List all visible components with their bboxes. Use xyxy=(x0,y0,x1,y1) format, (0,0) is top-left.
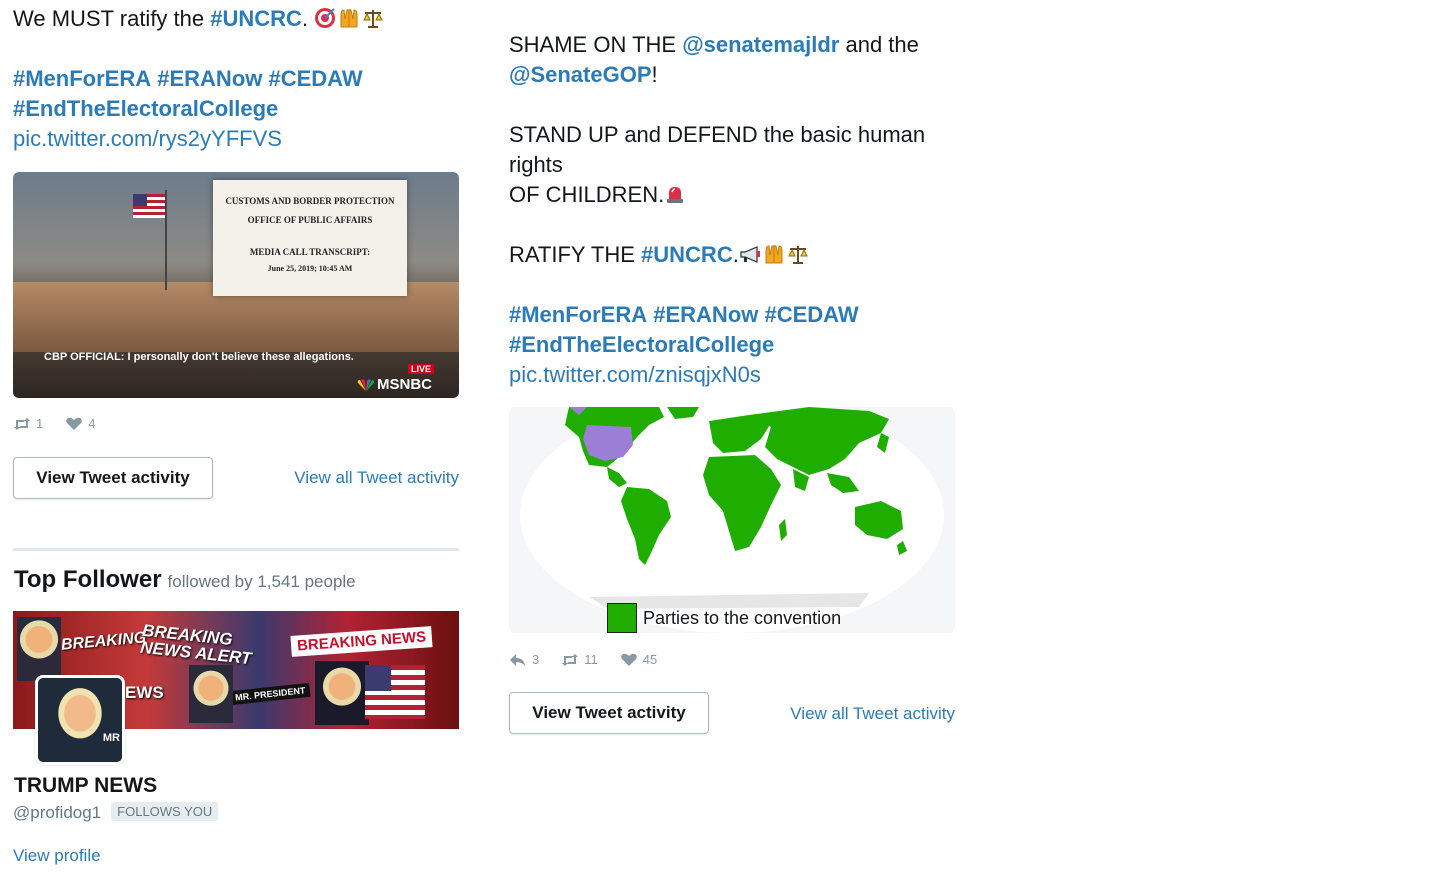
banner-label: BREAKING NEWS ALERT xyxy=(139,620,253,669)
hashtag-link[interactable]: #EndTheElectoralCollege xyxy=(509,332,774,357)
legend-label: Parties to the convention xyxy=(643,607,842,628)
pic-link[interactable]: pic.twitter.com/znisqjxN0s xyxy=(509,362,761,387)
tweet-text-span: RATIFY THE xyxy=(509,242,642,267)
tweet-text-line: rights xyxy=(509,152,563,177)
flag-canton xyxy=(133,194,147,206)
view-profile-link[interactable]: View profile xyxy=(13,846,101,866)
banner-label: BREAKING NEWS xyxy=(290,626,433,657)
chyron-caption: CBP OFFICIAL: I personally don't believe… xyxy=(44,351,354,363)
mention-link[interactable]: @senatemajldr xyxy=(682,32,839,57)
flagpole xyxy=(165,190,167,290)
raised-hands-icon xyxy=(340,9,358,28)
hashtag-link[interactable]: #MenForERA xyxy=(509,302,647,327)
retweet-stat[interactable]: 11 xyxy=(561,652,598,667)
banner-label: EWS xyxy=(125,683,164,702)
heart-icon xyxy=(620,653,637,666)
banner-portrait xyxy=(315,661,369,725)
tweet-text-span: and the xyxy=(839,32,919,57)
tweet-text-span: SHAME ON THE xyxy=(509,32,683,57)
hashtag-link[interactable]: #UNCRC xyxy=(210,6,302,31)
reply-count: 3 xyxy=(532,652,540,667)
siren-icon xyxy=(667,187,684,203)
view-tweet-activity-button[interactable]: View Tweet activity xyxy=(509,692,709,734)
heart-icon xyxy=(66,417,83,430)
avatar-label: MR xyxy=(102,732,120,744)
tweet-text-line: STAND UP and DEFEND the basic human xyxy=(509,122,926,147)
pic-link[interactable]: pic.twitter.com/rys2yYFFVS xyxy=(13,126,282,151)
network-name: MSNBC xyxy=(377,376,432,393)
hashtag-link[interactable]: #UNCRC xyxy=(641,242,733,267)
hashtag-link[interactable]: #EndTheElectoralCollege xyxy=(13,96,278,121)
retweet-count: 11 xyxy=(584,652,598,667)
retweet-icon xyxy=(14,417,30,430)
tweet-text-span: We MUST ratify the xyxy=(13,6,211,31)
mention-link[interactable]: @SenateGOP xyxy=(509,62,652,87)
follows-you-badge: FOLLOWS YOU xyxy=(111,802,219,821)
banner-label: BREAKING xyxy=(60,629,147,654)
peacock-icon xyxy=(357,378,375,391)
tweet-media-image[interactable]: CUSTOMS AND BORDER PROTECTION OFFICE OF … xyxy=(13,172,459,398)
live-badge: LIVE xyxy=(408,364,435,374)
follower-name[interactable]: TRUMP NEWS xyxy=(14,774,157,798)
doc-line: MEDIA CALL TRANSCRIPT: xyxy=(249,247,371,257)
tweet-text-span: ! xyxy=(651,62,658,87)
megaphone-icon xyxy=(740,246,760,263)
view-tweet-activity-button[interactable]: View Tweet activity xyxy=(13,457,213,499)
top-follower-header: Top Follower followed by 1,541 people xyxy=(14,566,356,594)
raised-hands-icon xyxy=(765,245,783,264)
like-stat[interactable]: 45 xyxy=(620,652,657,667)
scales-icon xyxy=(788,246,808,264)
tweet-text-span: . xyxy=(301,6,309,31)
hashtag-link[interactable]: #MenForERA xyxy=(13,66,151,91)
like-count: 4 xyxy=(88,416,96,431)
tweet-media-map[interactable]: Parties to the convention xyxy=(509,407,955,633)
hashtag-link[interactable]: #ERANow xyxy=(157,66,262,91)
hashtag-link[interactable]: #CEDAW xyxy=(269,66,363,91)
view-all-tweet-activity-link[interactable]: View all Tweet activity xyxy=(294,468,459,488)
follower-avatar[interactable]: MR xyxy=(35,675,125,765)
retweet-icon xyxy=(562,653,579,666)
section-divider xyxy=(13,548,459,551)
doc-line: CUSTOMS AND BORDER PROTECTION xyxy=(225,196,395,206)
network-logo: MSNBC xyxy=(357,376,432,393)
follower-handle-row: @profidog1 FOLLOWS YOU xyxy=(13,802,219,823)
banner-flag-canton xyxy=(365,665,391,691)
transcript-document: CUSTOMS AND BORDER PROTECTION OFFICE OF … xyxy=(213,180,407,296)
left-tweet-text: We MUST ratify the #UNCRC. #MenForERA #E… xyxy=(13,4,459,154)
doc-line: June 25, 2019; 10:45 AM xyxy=(267,264,353,273)
retweet-stat[interactable]: 1 xyxy=(13,416,43,431)
banner-portrait xyxy=(17,617,61,681)
right-tweet-stats: 3 11 45 xyxy=(509,652,657,667)
like-stat[interactable]: 4 xyxy=(65,416,95,431)
left-tweet-stats: 1 4 xyxy=(13,416,95,431)
view-all-tweet-activity-link[interactable]: View all Tweet activity xyxy=(790,704,955,724)
tweet-text-span: OF CHILDREN. xyxy=(509,182,665,207)
follower-handle[interactable]: @profidog1 xyxy=(13,803,101,822)
top-follower-subtitle: followed by 1,541 people xyxy=(167,572,356,591)
doc-line: OFFICE OF PUBLIC AFFAIRS xyxy=(247,215,373,225)
scales-icon xyxy=(363,10,383,28)
like-count: 45 xyxy=(642,652,658,667)
hashtag-link[interactable]: #CEDAW xyxy=(765,302,859,327)
reply-icon xyxy=(510,653,525,666)
banner-label: MR. PRESIDENT xyxy=(230,682,311,706)
map-legend: Parties to the convention xyxy=(607,603,841,633)
legend-swatch xyxy=(607,603,637,633)
reply-stat[interactable]: 3 xyxy=(509,652,539,667)
top-follower-title: Top Follower xyxy=(14,566,162,593)
target-icon xyxy=(315,8,336,28)
right-tweet-text: SHAME ON THE @senatemajldr and the @Sena… xyxy=(509,30,955,390)
retweet-count: 1 xyxy=(36,416,44,431)
world-map xyxy=(520,407,944,633)
hashtag-link[interactable]: #ERANow xyxy=(653,302,758,327)
banner-portrait xyxy=(189,665,233,723)
